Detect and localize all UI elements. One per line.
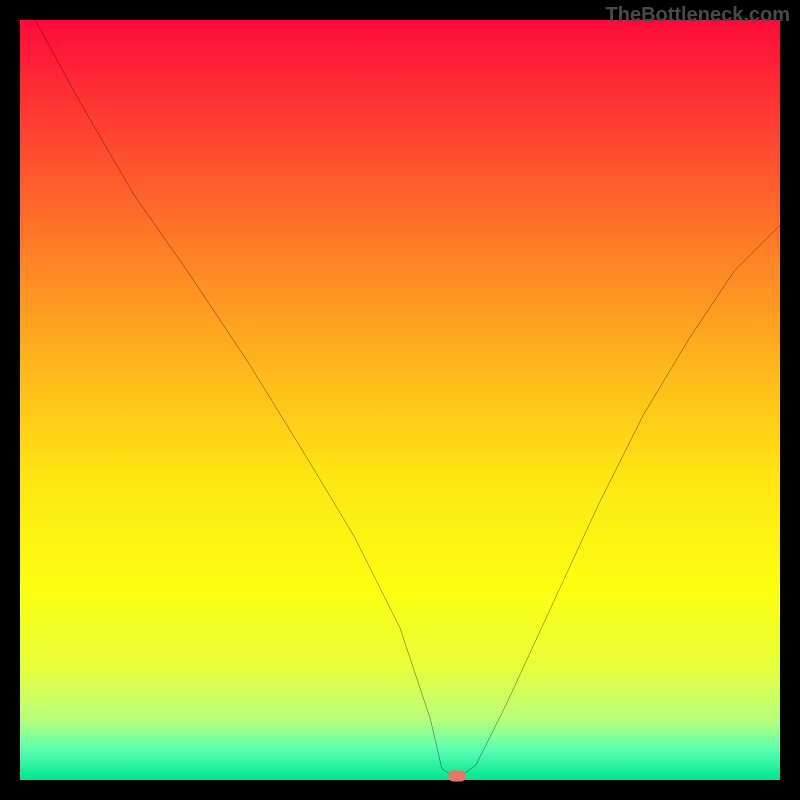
optimal-point-marker <box>448 771 466 782</box>
bottleneck-curve <box>20 20 780 780</box>
chart-plot-area <box>20 20 780 780</box>
watermark-text: TheBottleneck.com <box>606 4 790 27</box>
